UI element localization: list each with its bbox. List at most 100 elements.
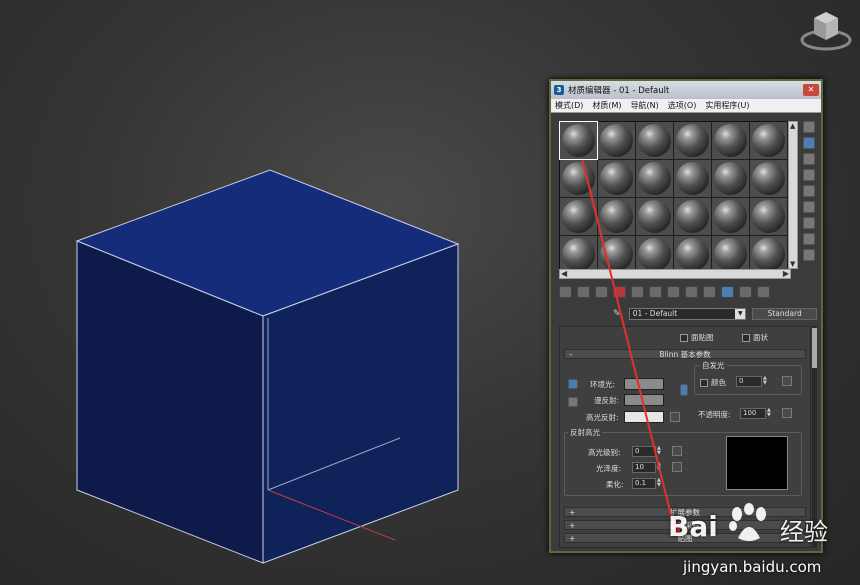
material-editor-window[interactable]: 3 材质编辑器 - 01 - Default ✕ 模式(D) 材质(M) 导航(…	[549, 79, 823, 553]
self-illum-color-checkbox[interactable]: 颜色	[700, 377, 726, 388]
menu-material[interactable]: 材质(M)	[592, 100, 621, 111]
scroll-up-icon[interactable]: ▲	[790, 122, 795, 130]
sample-slot[interactable]	[598, 122, 635, 159]
soften-spinner[interactable]: 0.1	[632, 478, 656, 489]
sample-slot[interactable]	[559, 121, 598, 160]
show-map-in-viewport-icon[interactable]	[703, 286, 716, 298]
sample-slot[interactable]	[750, 198, 787, 235]
sample-slot[interactable]	[560, 198, 597, 235]
scroll-down-icon[interactable]: ▼	[790, 260, 795, 268]
sample-slot[interactable]	[750, 122, 787, 159]
background-checker-icon[interactable]	[803, 153, 815, 165]
put-to-library-icon[interactable]	[667, 286, 680, 298]
specular-color-swatch[interactable]	[624, 411, 664, 423]
opacity-spinner[interactable]: 100	[740, 408, 766, 419]
sample-uv-tiling-icon[interactable]	[803, 169, 815, 181]
reset-map-icon[interactable]	[613, 286, 626, 298]
sample-slot[interactable]	[560, 236, 597, 273]
spec-highlight-title: 反射高光	[568, 427, 602, 438]
title-bar[interactable]: 3 材质编辑器 - 01 - Default ✕	[551, 81, 821, 99]
menu-options[interactable]: 选项(O)	[668, 100, 697, 111]
get-material-icon[interactable]	[559, 286, 572, 298]
sample-type-sphere-icon[interactable]	[803, 121, 815, 133]
material-id-channel-icon[interactable]	[685, 286, 698, 298]
go-forward-to-sibling-icon[interactable]	[757, 286, 770, 298]
ambient-diffuse-lock-icon[interactable]	[680, 384, 688, 396]
spinner-arrows-icon[interactable]: ▲ ▼	[767, 408, 773, 419]
material-sphere-icon	[676, 200, 709, 233]
diffuse-color-swatch[interactable]	[624, 394, 664, 406]
opacity-map-button[interactable]	[782, 408, 792, 418]
glossiness-map-button[interactable]	[672, 462, 682, 472]
sample-slot[interactable]	[712, 198, 749, 235]
face-map-checkbox[interactable]: 面贴图	[680, 332, 714, 343]
material-type-button[interactable]: Standard	[752, 308, 817, 320]
material-name-field[interactable]: 01 - Default ▼	[628, 308, 747, 320]
sample-slot[interactable]	[636, 122, 673, 159]
make-unique-icon[interactable]	[649, 286, 662, 298]
menu-mode[interactable]: 模式(D)	[555, 100, 583, 111]
menu-utilities[interactable]: 实用程序(U)	[705, 100, 749, 111]
spinner-arrows-icon[interactable]: ▲ ▼	[657, 446, 663, 457]
chevron-down-icon[interactable]: ▼	[735, 309, 746, 319]
slot-horizontal-scrollbar[interactable]: ◀ ▶	[559, 269, 791, 279]
make-preview-icon[interactable]	[803, 201, 815, 213]
material-name-row: ✎ 01 - Default ▼ Standard	[613, 307, 817, 321]
sample-slot[interactable]	[560, 160, 597, 197]
scroll-left-icon[interactable]: ◀	[561, 269, 567, 278]
viewcube-icon[interactable]	[800, 6, 852, 52]
material-sphere-icon	[600, 162, 633, 195]
put-material-to-scene-icon[interactable]	[577, 286, 590, 298]
select-by-material-icon[interactable]	[803, 233, 815, 245]
spec-level-map-button[interactable]	[672, 446, 682, 456]
go-to-parent-icon[interactable]	[739, 286, 752, 298]
video-color-check-icon[interactable]	[803, 185, 815, 197]
sample-slot[interactable]	[636, 236, 673, 273]
sample-slot[interactable]	[674, 122, 711, 159]
show-end-result-icon[interactable]	[721, 286, 734, 298]
backlight-icon[interactable]	[803, 137, 815, 149]
spec-level-spinner[interactable]: 0	[632, 446, 656, 457]
faceted-checkbox[interactable]: 面状	[742, 332, 768, 343]
make-material-copy-icon[interactable]	[631, 286, 644, 298]
blinn-basic-params-rollout[interactable]: – Blinn 基本参数	[564, 349, 806, 359]
sample-slot[interactable]	[674, 160, 711, 197]
ambient-color-swatch[interactable]	[624, 378, 664, 390]
slot-vertical-scrollbar[interactable]: ▲ ▼	[788, 121, 798, 269]
sample-slot[interactable]	[598, 160, 635, 197]
baidu-paw-icon	[729, 503, 766, 541]
self-illum-map-button[interactable]	[782, 376, 792, 386]
sample-slot[interactable]	[750, 160, 787, 197]
sample-slot[interactable]	[674, 236, 711, 273]
options-icon[interactable]	[803, 217, 815, 229]
spinner-arrows-icon[interactable]: ▲ ▼	[657, 462, 663, 473]
scroll-right-icon[interactable]: ▶	[783, 269, 789, 278]
eyedropper-icon[interactable]: ✎	[613, 309, 623, 319]
sample-slot[interactable]	[750, 236, 787, 273]
material-sphere-icon	[714, 162, 747, 195]
spinner-arrows-icon[interactable]: ▲ ▼	[763, 376, 769, 387]
sample-slot[interactable]	[598, 236, 635, 273]
sample-slot[interactable]	[712, 236, 749, 273]
material-sphere-icon	[600, 124, 633, 157]
menu-navigation[interactable]: 导航(N)	[631, 100, 659, 111]
highlight-curve-preview	[726, 436, 788, 490]
specular-map-button[interactable]	[670, 412, 680, 422]
sample-slot[interactable]	[636, 198, 673, 235]
self-illum-spinner[interactable]: 0	[736, 376, 762, 387]
sample-slot[interactable]	[674, 198, 711, 235]
sample-slot[interactable]	[712, 122, 749, 159]
sample-slot[interactable]	[598, 198, 635, 235]
sample-slot[interactable]	[636, 160, 673, 197]
lock-ambient-diffuse-icon[interactable]	[568, 379, 578, 389]
material-map-navigator-icon[interactable]	[803, 249, 815, 261]
glossiness-spinner[interactable]: 10	[632, 462, 656, 473]
sample-slot[interactable]	[712, 160, 749, 197]
assign-material-to-selection-icon[interactable]	[595, 286, 608, 298]
close-button[interactable]: ✕	[803, 84, 819, 96]
lock-diffuse-specular-icon[interactable]	[568, 397, 578, 407]
specular-label: 高光反射:	[586, 413, 619, 422]
spinner-arrows-icon[interactable]: ▲ ▼	[657, 478, 663, 489]
material-sphere-icon	[676, 124, 709, 157]
material-sphere-icon	[714, 238, 747, 271]
